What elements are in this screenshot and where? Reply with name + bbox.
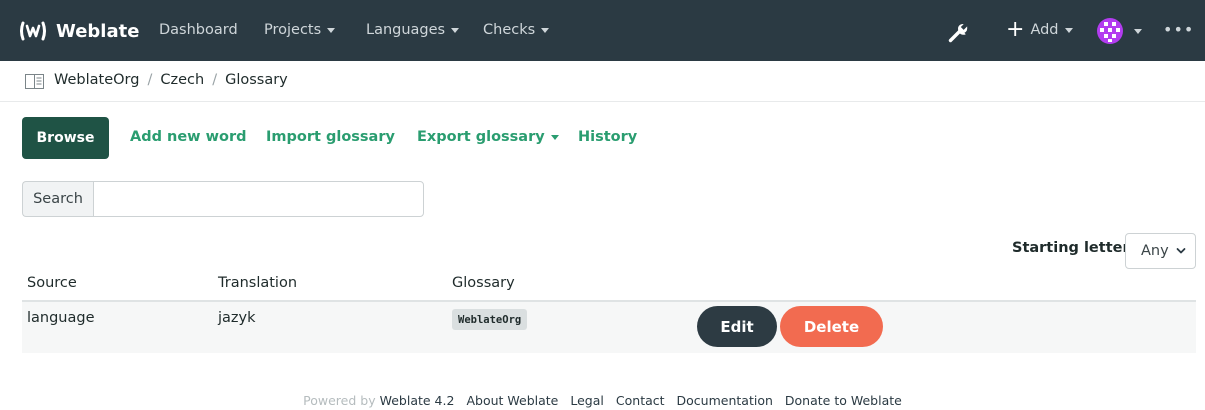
tab-export-glossary-label: Export glossary bbox=[417, 129, 545, 145]
wrench-icon[interactable] bbox=[947, 20, 971, 44]
footer-link-contact[interactable]: Contact bbox=[616, 393, 665, 408]
cell-translation: jazyk bbox=[218, 310, 256, 326]
footer-link-legal[interactable]: Legal bbox=[570, 393, 604, 408]
tab-export-glossary[interactable]: Export glossary bbox=[417, 129, 559, 145]
tab-history[interactable]: History bbox=[578, 129, 637, 145]
brand-name: Weblate bbox=[56, 20, 140, 42]
table-row bbox=[22, 302, 1196, 353]
weblate-logo-icon bbox=[20, 21, 46, 41]
footer: Powered by Weblate 4.2 About Weblate Legal C… bbox=[0, 393, 1205, 408]
add-menu[interactable]: + Add bbox=[1006, 17, 1073, 42]
delete-button[interactable]: Delete bbox=[780, 306, 883, 347]
chevron-down-icon bbox=[541, 27, 550, 33]
nav-projects[interactable]: Projects bbox=[264, 22, 336, 38]
breadcrumb-language[interactable]: Czech bbox=[160, 72, 204, 88]
breadcrumb: WeblateOrg / Czech / Glossary bbox=[0, 61, 1205, 102]
search-group: Search bbox=[22, 181, 424, 217]
plus-icon: + bbox=[1006, 17, 1025, 42]
starting-letter-value: Any bbox=[1141, 243, 1169, 259]
nav-projects-label: Projects bbox=[264, 22, 322, 38]
column-header-source: Source bbox=[27, 275, 77, 291]
starting-letter-label: Starting letter bbox=[1012, 240, 1130, 256]
chevron-down-icon bbox=[1064, 27, 1073, 33]
column-header-translation: Translation bbox=[218, 275, 298, 291]
chevron-down-icon bbox=[451, 27, 460, 33]
glossary-badge: WeblateOrg bbox=[452, 309, 528, 330]
tab-import-glossary[interactable]: Import glossary bbox=[266, 129, 395, 145]
footer-link-about[interactable]: About Weblate bbox=[466, 393, 558, 408]
footer-link-documentation[interactable]: Documentation bbox=[677, 393, 773, 408]
nav-languages[interactable]: Languages bbox=[366, 22, 460, 38]
chevron-down-icon bbox=[327, 27, 336, 33]
breadcrumb-glossary[interactable]: Glossary bbox=[225, 72, 288, 88]
add-label: Add bbox=[1030, 22, 1059, 38]
column-header-glossary: Glossary bbox=[452, 275, 515, 291]
chevron-down-icon bbox=[550, 134, 559, 140]
footer-link-donate[interactable]: Donate to Weblate bbox=[785, 393, 902, 408]
footer-powered-by: Powered by bbox=[303, 393, 376, 408]
top-navbar: Weblate Dashboard Projects Languages Che… bbox=[0, 0, 1205, 61]
nav-checks[interactable]: Checks bbox=[483, 22, 550, 38]
breadcrumb-separator: / bbox=[212, 72, 218, 88]
book-icon bbox=[25, 74, 44, 89]
avatar-icon[interactable] bbox=[1097, 18, 1123, 44]
search-input[interactable] bbox=[93, 181, 424, 217]
edit-button[interactable]: Edit bbox=[697, 306, 777, 347]
cell-source: language bbox=[27, 310, 95, 326]
tab-add-new-word[interactable]: Add new word bbox=[130, 129, 247, 145]
footer-link-weblate-version[interactable]: Weblate 4.2 bbox=[380, 393, 455, 408]
chevron-down-icon[interactable] bbox=[1134, 29, 1142, 34]
more-menu[interactable]: ••• bbox=[1163, 20, 1194, 39]
nav-checks-label: Checks bbox=[483, 22, 536, 38]
tab-browse[interactable]: Browse bbox=[22, 117, 109, 159]
breadcrumb-project[interactable]: WeblateOrg bbox=[54, 72, 139, 88]
nav-languages-label: Languages bbox=[366, 22, 446, 38]
chevron-down-icon bbox=[1176, 248, 1186, 254]
search-button[interactable]: Search bbox=[22, 181, 93, 217]
nav-dashboard[interactable]: Dashboard bbox=[159, 22, 238, 38]
breadcrumb-separator: / bbox=[147, 72, 153, 88]
starting-letter-select[interactable]: Any bbox=[1125, 233, 1196, 269]
brand-link[interactable]: Weblate bbox=[20, 19, 139, 43]
